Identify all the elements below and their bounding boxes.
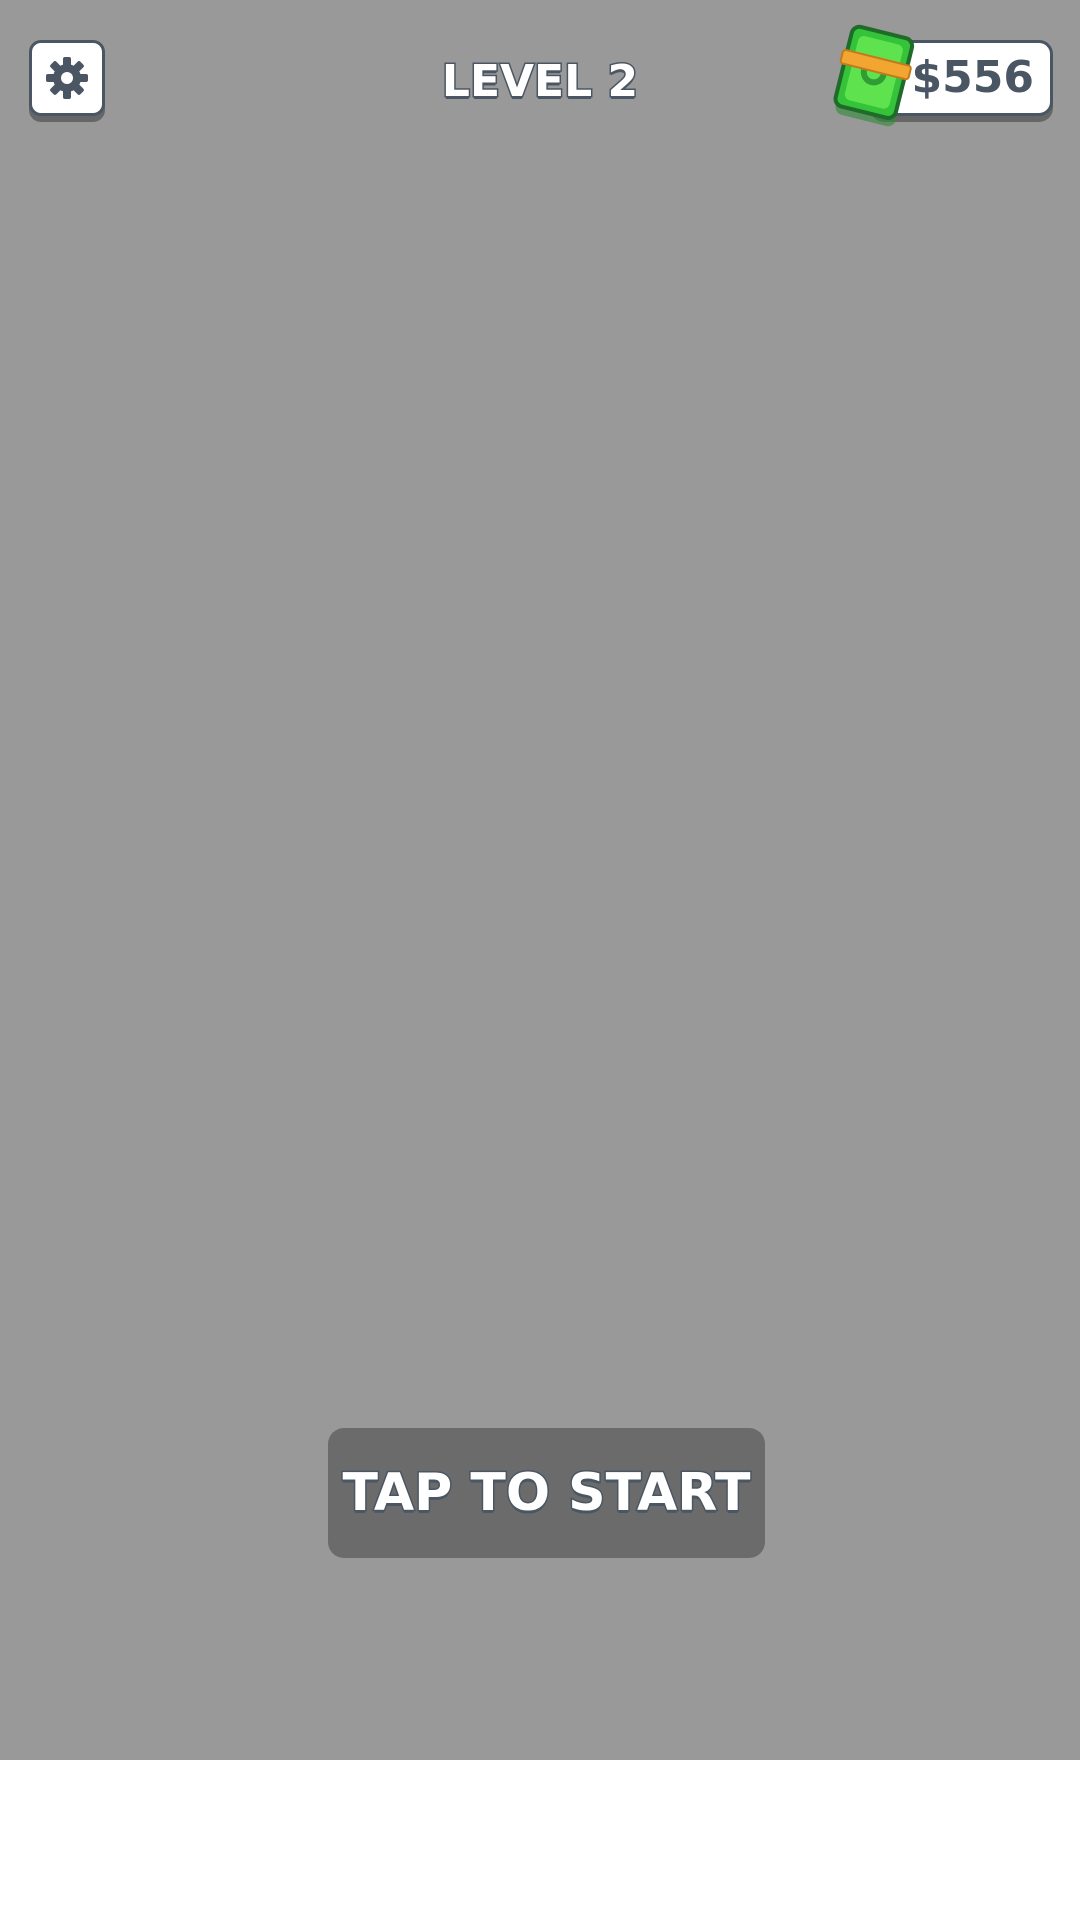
level-title: LEVEL 2 xyxy=(440,55,639,109)
gear-icon xyxy=(46,57,88,99)
tap-to-start-button[interactable]: TAP TO START xyxy=(328,1428,765,1558)
bottom-blank-area xyxy=(0,1760,1080,1920)
settings-button[interactable] xyxy=(29,40,105,116)
money-amount: $556 xyxy=(911,52,1034,103)
start-label: TAP TO START xyxy=(341,1462,752,1525)
cash-stack-icon xyxy=(833,24,915,127)
